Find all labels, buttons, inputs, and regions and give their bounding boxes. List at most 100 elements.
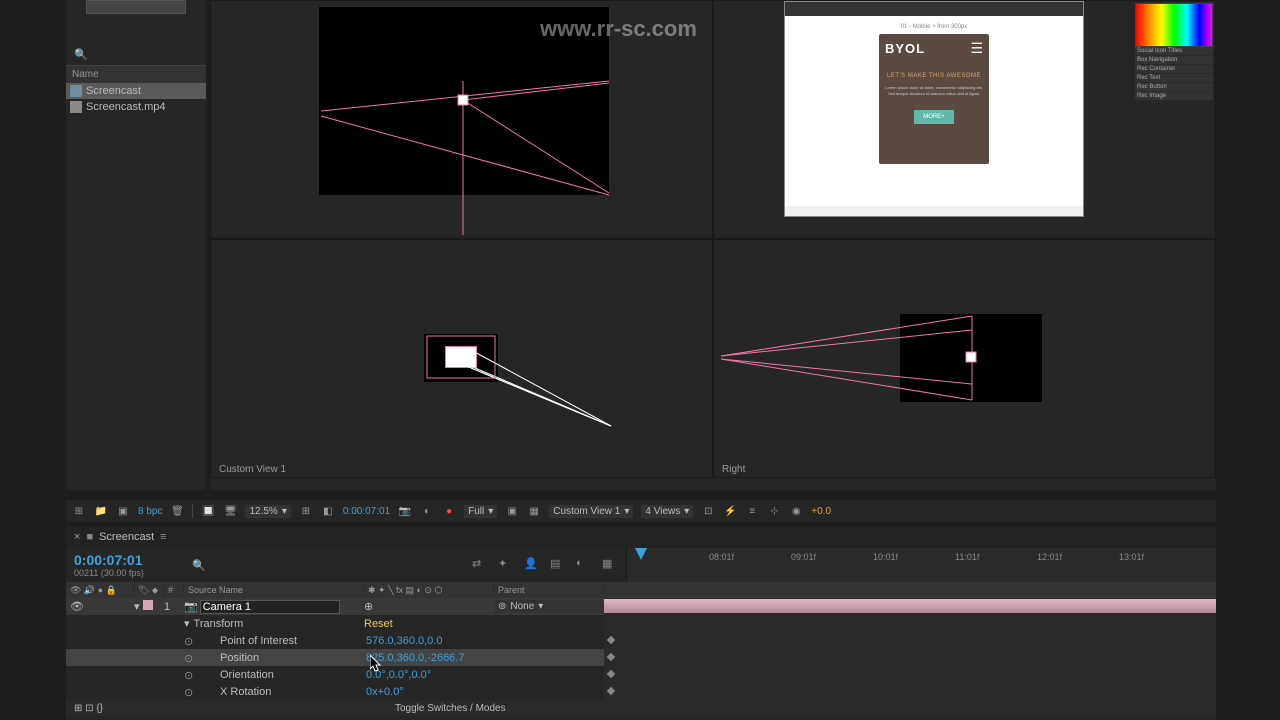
resolution-dropdown[interactable]: Full ▾: [464, 505, 497, 518]
property-row-position[interactable]: ⊙Position 825.0,360.0,-2666.7: [66, 649, 1216, 666]
transform-group[interactable]: ▾Transform Reset: [66, 615, 1216, 632]
timeline-timecode[interactable]: 0:00:07:01 00211 (30.00 fps): [66, 548, 186, 582]
timeline-panel: × ■ Screencast ≡ 0:00:07:01 00211 (30.00…: [66, 526, 1216, 720]
hamburger-icon: ☰: [970, 40, 983, 57]
layer-row[interactable]: Box Navigation: [1135, 56, 1213, 65]
layer-row[interactable]: Rec Image: [1135, 92, 1213, 101]
comp-mini-flowchart-icon[interactable]: ⇄: [472, 557, 488, 573]
folder-icon[interactable]: 📁: [94, 504, 108, 518]
project-search-input[interactable]: [92, 49, 192, 61]
ruler-tick: 10:01f: [873, 552, 898, 562]
viewport-right[interactable]: Right: [713, 239, 1216, 478]
magnify-icon[interactable]: 🔲: [201, 504, 215, 518]
timeline-tab[interactable]: Screencast: [99, 531, 154, 543]
shy-icon[interactable]: 👤: [524, 557, 540, 573]
layer-name-input[interactable]: [200, 600, 340, 614]
layer-row[interactable]: Rec Container: [1135, 65, 1213, 74]
graph-editor-icon[interactable]: ▦: [602, 557, 618, 573]
comp-icon[interactable]: ▣: [116, 504, 130, 518]
viewport-front[interactable]: 01 - Mobile > from 300px BYOL ☰ LET'S MA…: [713, 0, 1216, 239]
motion-blur-icon[interactable]: ◐: [576, 557, 592, 573]
flowchart-icon[interactable]: ⊞: [72, 504, 86, 518]
toggle-switches-button[interactable]: Toggle Switches / Modes: [395, 703, 506, 714]
pixel-aspect-icon[interactable]: ⊡: [701, 504, 715, 518]
draft3d-icon[interactable]: ✦: [498, 557, 514, 573]
camera-object: [445, 346, 477, 368]
timecode-display[interactable]: 0:00:07:01: [343, 506, 390, 517]
watermark-url: www.rr-sc.com: [540, 16, 697, 42]
cursor-icon: [370, 655, 382, 673]
layer-row[interactable]: Social Icon Titles: [1135, 47, 1213, 56]
comp-tab-icon: ■: [86, 531, 93, 543]
reset-button[interactable]: Reset: [364, 618, 393, 630]
camera-layer-icon: 📷: [184, 600, 198, 613]
playhead-icon[interactable]: [635, 548, 647, 560]
flowchart2-icon[interactable]: ⊹: [767, 504, 781, 518]
color-icon[interactable]: ●: [442, 504, 456, 518]
project-item-footage[interactable]: Screencast.mp4: [66, 99, 206, 115]
property-value[interactable]: 0x+0.0°: [366, 686, 404, 698]
views-count-dropdown[interactable]: 4 Views ▾: [641, 505, 693, 518]
keyframe-icon[interactable]: [607, 670, 615, 678]
mockup-card: BYOL ☰ LET'S MAKE THIS AWESOME Lorem ips…: [879, 34, 989, 164]
composition-footer: ⊞ 📁 ▣ 8 bpc 🗑 🔲 🖥 12.5% ▾ ⊞ ◧ 0:00:07:01…: [66, 500, 1216, 522]
stopwatch-icon[interactable]: ⊙: [184, 652, 196, 664]
view-dropdown[interactable]: Custom View 1 ▾: [549, 505, 633, 518]
parent-dropdown[interactable]: ⊚ None ▾: [494, 600, 604, 613]
swatches-panel: Social Icon Titles Box Navigation Rec Co…: [1135, 3, 1213, 101]
snapshot-icon[interactable]: 📷: [398, 504, 412, 518]
timeline-search-input[interactable]: [206, 558, 406, 573]
stopwatch-icon[interactable]: ⊙: [184, 635, 196, 647]
frame-blend-icon[interactable]: ▤: [550, 557, 566, 573]
ruler-tick: 08:01f: [709, 552, 734, 562]
composition-icon: [70, 85, 82, 97]
stopwatch-icon[interactable]: ⊙: [184, 669, 196, 681]
layer-row-camera[interactable]: 👁 ▾ 1 📷 ⊕ ⊚ None ▾: [66, 598, 1216, 615]
layer-track[interactable]: [604, 598, 1216, 615]
close-tab-icon[interactable]: ×: [74, 531, 80, 543]
timeline-ruler[interactable]: 08:01f 09:01f 10:01f 11:01f 12:01f 13:01…: [626, 548, 1216, 582]
property-value[interactable]: 576.0,360.0,0.0: [366, 635, 442, 647]
keyframe-icon[interactable]: [607, 636, 615, 644]
mockup-header: 01 - Mobile > from 300px: [791, 24, 1077, 30]
toggle-switch-icon[interactable]: ⊞ ⊡ {}: [74, 703, 103, 714]
color-swatch-grid[interactable]: [1135, 3, 1213, 47]
keyframe-icon[interactable]: [607, 687, 615, 695]
fast-preview-icon[interactable]: ⚡: [723, 504, 737, 518]
project-item-label: Screencast: [86, 85, 141, 97]
viewport-frame: [900, 314, 1042, 402]
property-row[interactable]: ⊙Point of Interest 576.0,360.0,0.0: [66, 632, 1216, 649]
mask-icon[interactable]: ◧: [321, 504, 335, 518]
exposure-reset-icon[interactable]: ◉: [789, 504, 803, 518]
composition-viewports: 01 - Mobile > from 300px BYOL ☰ LET'S MA…: [210, 0, 1216, 490]
mockup-body-text: Lorem ipsum dolor sit amet, consectetur …: [885, 85, 983, 96]
transparency-icon[interactable]: ▦: [527, 504, 541, 518]
viewport-label: Right: [722, 464, 745, 475]
layer-row[interactable]: Rec Button: [1135, 83, 1213, 92]
exposure-value[interactable]: +0.0: [811, 506, 831, 517]
monitor-icon[interactable]: 🖥: [223, 504, 237, 518]
project-thumbnail: [86, 0, 186, 14]
ruler-tick: 11:01f: [955, 552, 979, 562]
timeline-icon[interactable]: ≡: [745, 504, 759, 518]
grid-icon[interactable]: ⊞: [299, 504, 313, 518]
layer-row[interactable]: Rec Text: [1135, 74, 1213, 83]
ruler-tick: 09:01f: [791, 552, 816, 562]
project-item-comp[interactable]: Screencast: [66, 83, 206, 99]
screencast-preview: 01 - Mobile > from 300px BYOL ☰ LET'S MA…: [784, 1, 1084, 217]
roi-icon[interactable]: ▣: [505, 504, 519, 518]
property-row[interactable]: ⊙X Rotation 0x+0.0°: [66, 683, 1216, 700]
trash-icon[interactable]: 🗑: [170, 504, 184, 518]
property-row[interactable]: ⊙Orientation 0.0°,0.0°,0.0°: [66, 666, 1216, 683]
search-icon: 🔍: [192, 559, 206, 572]
zoom-dropdown[interactable]: 12.5% ▾: [245, 505, 290, 518]
mockup-brand: BYOL: [885, 41, 925, 56]
tab-menu-icon[interactable]: ≡: [160, 531, 166, 543]
channel-icon[interactable]: ◐: [420, 504, 434, 518]
stopwatch-icon[interactable]: ⊙: [184, 686, 196, 698]
keyframe-icon[interactable]: [607, 653, 615, 661]
project-item-label: Screencast.mp4: [86, 101, 165, 113]
project-column-name[interactable]: Name: [66, 65, 206, 83]
viewport-custom[interactable]: Custom View 1: [210, 239, 713, 478]
bpc-button[interactable]: 8 bpc: [138, 506, 162, 517]
